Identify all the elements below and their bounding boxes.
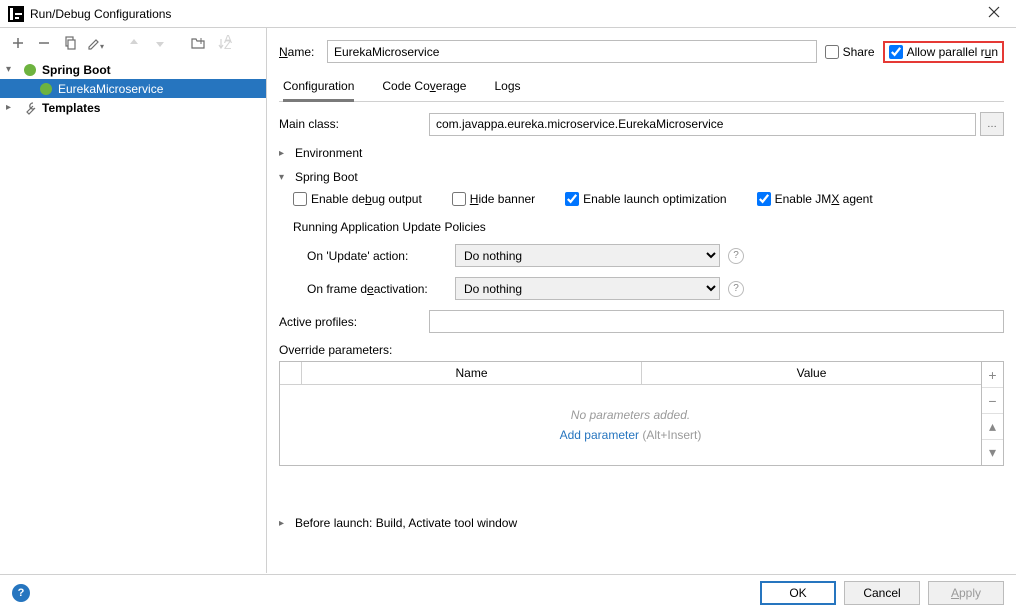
before-launch-section: ▸ Before launch: Build, Activate tool wi… xyxy=(279,516,1004,530)
override-up-button[interactable]: ▴ xyxy=(982,414,1003,440)
copy-config-button[interactable] xyxy=(58,31,82,55)
springboot-icon xyxy=(38,81,54,97)
browse-main-class-button[interactable]: … xyxy=(980,112,1004,136)
override-table: Name Value No parameters added. Add para… xyxy=(279,361,982,466)
override-value-col: Value xyxy=(642,362,981,384)
share-checkbox[interactable]: Share xyxy=(825,45,875,59)
allow-parallel-highlight: Allow parallel run xyxy=(883,41,1004,63)
before-launch-toggle[interactable]: ▸ Before launch: Build, Activate tool wi… xyxy=(279,516,1004,530)
override-remove-button[interactable]: − xyxy=(982,388,1003,414)
help-icon[interactable]: ? xyxy=(728,281,744,297)
move-up-button[interactable] xyxy=(122,31,146,55)
remove-config-button[interactable] xyxy=(32,31,56,55)
hide-banner-checkbox[interactable]: Hide banner xyxy=(452,192,535,206)
override-add-button[interactable]: + xyxy=(982,362,1003,388)
chevron-down-icon: ▾ xyxy=(279,172,291,183)
svg-text:Z: Z xyxy=(224,38,231,51)
window-title: Run/Debug Configurations xyxy=(30,7,980,21)
tree-node-templates[interactable]: ▸ Templates xyxy=(0,98,266,117)
cancel-button[interactable]: Cancel xyxy=(844,581,920,605)
override-label: Override parameters: xyxy=(279,343,1004,357)
active-profiles-row: Active profiles: xyxy=(279,310,1004,333)
sort-button[interactable]: AZ xyxy=(212,31,236,55)
override-empty-text: No parameters added. xyxy=(571,408,690,422)
before-launch-label: Before launch: Build, Activate tool wind… xyxy=(295,516,517,530)
add-config-button[interactable] xyxy=(6,31,30,55)
enable-jmx-checkbox[interactable]: Enable JMX agent xyxy=(757,192,873,206)
edit-defaults-button[interactable]: ▾ xyxy=(84,31,108,55)
name-row: Name: Share Allow parallel run xyxy=(279,32,1004,73)
tree-label: EurekaMicroservice xyxy=(58,82,163,96)
tree-node-eureka[interactable]: EurekaMicroservice xyxy=(0,79,266,98)
policies-heading: Running Application Update Policies xyxy=(293,220,1004,234)
app-icon xyxy=(8,6,24,22)
close-button[interactable] xyxy=(980,6,1008,21)
footer: ? OK Cancel Apply xyxy=(0,574,1016,610)
active-profiles-input[interactable] xyxy=(429,310,1004,333)
tree-label: Templates xyxy=(42,101,100,115)
environment-section: ▸ Environment xyxy=(279,146,1004,160)
name-input[interactable] xyxy=(327,40,817,63)
ok-button[interactable]: OK xyxy=(760,581,836,605)
override-checkbox-col xyxy=(280,362,302,384)
enable-launch-opt-checkbox[interactable]: Enable launch optimization xyxy=(565,192,726,206)
on-deactivate-label: On frame deactivation: xyxy=(307,282,447,296)
move-down-button[interactable] xyxy=(148,31,172,55)
tab-configuration[interactable]: Configuration xyxy=(283,73,354,102)
enable-debug-checkbox[interactable]: Enable debug output xyxy=(293,192,422,206)
on-deactivate-select[interactable]: Do nothing xyxy=(455,277,720,300)
help-icon[interactable]: ? xyxy=(728,248,744,264)
environment-toggle[interactable]: ▸ Environment xyxy=(279,146,1004,160)
main-class-label: Main class: xyxy=(279,117,429,131)
springboot-icon xyxy=(22,62,38,78)
apply-button[interactable]: Apply xyxy=(928,581,1004,605)
springboot-section: ▾ Spring Boot Enable debug output Hide b… xyxy=(279,170,1004,300)
titlebar: Run/Debug Configurations xyxy=(0,0,1016,28)
sidebar: ▾ AZ ▾ Spring Boot EurekaMicroservice ▸ … xyxy=(0,28,267,573)
override-down-button[interactable]: ▾ xyxy=(982,440,1003,465)
tab-coverage[interactable]: Code Coverage xyxy=(382,73,466,101)
on-update-label: On 'Update' action: xyxy=(307,249,447,263)
environment-label: Environment xyxy=(295,146,362,160)
name-label: Name: xyxy=(279,45,319,59)
tree-label: Spring Boot xyxy=(42,63,111,77)
main-class-input[interactable] xyxy=(429,113,976,136)
chevron-right-icon: ▸ xyxy=(6,102,18,113)
override-parameters-area: Override parameters: Name Value No param… xyxy=(279,343,1004,466)
springboot-toggle[interactable]: ▾ Spring Boot xyxy=(279,170,1004,184)
configuration-pane: Main class: … ▸ Environment ▾ Spring Boo… xyxy=(279,102,1004,540)
active-profiles-label: Active profiles: xyxy=(279,315,429,329)
springboot-label: Spring Boot xyxy=(295,170,358,184)
help-button[interactable]: ? xyxy=(12,584,30,602)
chevron-right-icon: ▸ xyxy=(279,518,291,529)
wrench-icon xyxy=(22,100,38,116)
tabs: Configuration Code Coverage Logs xyxy=(279,73,1004,102)
folder-button[interactable] xyxy=(186,31,210,55)
chevron-right-icon: ▸ xyxy=(279,148,291,159)
add-parameter-link[interactable]: Add parameter (Alt+Insert) xyxy=(560,428,702,442)
chevron-down-icon: ▾ xyxy=(6,64,18,75)
tree-node-springboot[interactable]: ▾ Spring Boot xyxy=(0,60,266,79)
override-name-col: Name xyxy=(302,362,642,384)
main-panel: Name: Share Allow parallel run Configura… xyxy=(267,28,1016,573)
on-update-select[interactable]: Do nothing xyxy=(455,244,720,267)
tab-logs[interactable]: Logs xyxy=(494,73,520,101)
override-side-buttons: + − ▴ ▾ xyxy=(982,361,1004,466)
allow-parallel-checkbox[interactable]: Allow parallel run xyxy=(889,45,998,59)
main-class-row: Main class: … xyxy=(279,112,1004,136)
sidebar-toolbar: ▾ AZ xyxy=(0,28,266,58)
config-tree: ▾ Spring Boot EurekaMicroservice ▸ Templ… xyxy=(0,58,266,573)
